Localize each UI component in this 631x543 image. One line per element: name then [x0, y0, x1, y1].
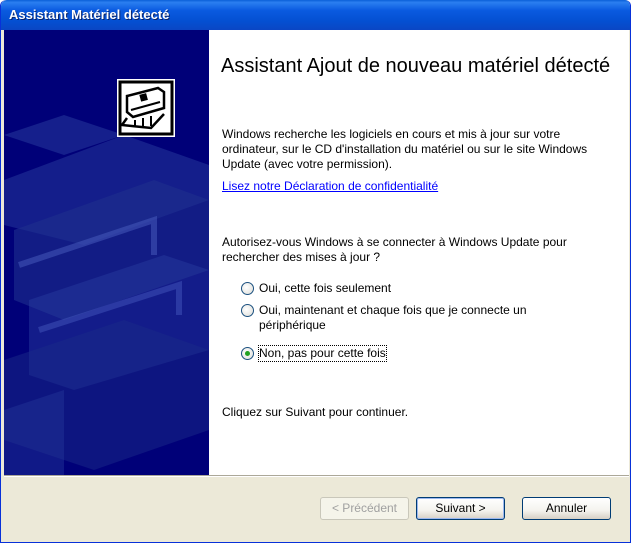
radio-label-yes-always: Oui, maintenant et chaque fois que je co… [259, 303, 527, 332]
intro-text: Windows recherche les logiciels en cours… [222, 127, 588, 171]
next-button[interactable]: Suivant > [416, 497, 505, 520]
update-question: Autorisez-vous Windows à se connecter à … [222, 235, 567, 264]
radio-button-yes-always[interactable] [241, 304, 254, 317]
page-heading: Assistant Ajout de nouveau matériel déte… [221, 55, 611, 77]
wizard-banner-art [4, 30, 209, 475]
radio-option-yes-once[interactable]: Oui, cette fois seulement [241, 281, 391, 296]
hardware-card-icon [117, 79, 175, 137]
title-bar[interactable]: Assistant Matériel détecté [1, 0, 630, 30]
cancel-button[interactable]: Annuler [522, 497, 611, 520]
radio-button-yes-once[interactable] [241, 282, 254, 295]
back-button[interactable]: < Précédent [320, 497, 409, 520]
window-title: Assistant Matériel détecté [9, 7, 170, 22]
wizard-window: Assistant Matériel détecté Assistant Ajo… [0, 0, 631, 543]
radio-button-no[interactable] [241, 347, 254, 360]
continue-instruction: Cliquez sur Suivant pour continuer. [222, 405, 409, 419]
radio-option-yes-always[interactable]: Oui, maintenant et chaque fois que je co… [241, 303, 579, 333]
privacy-statement-link[interactable]: Lisez notre Déclaration de confidentiali… [222, 179, 438, 193]
radio-label-no: Non, pas pour cette fois [258, 345, 387, 362]
wizard-content: Assistant Ajout de nouveau matériel déte… [209, 30, 629, 475]
radio-option-no[interactable]: Non, pas pour cette fois [241, 345, 387, 362]
wizard-side-panel [4, 30, 209, 475]
footer-separator [4, 475, 629, 477]
radio-label-yes-once: Oui, cette fois seulement [259, 281, 392, 295]
